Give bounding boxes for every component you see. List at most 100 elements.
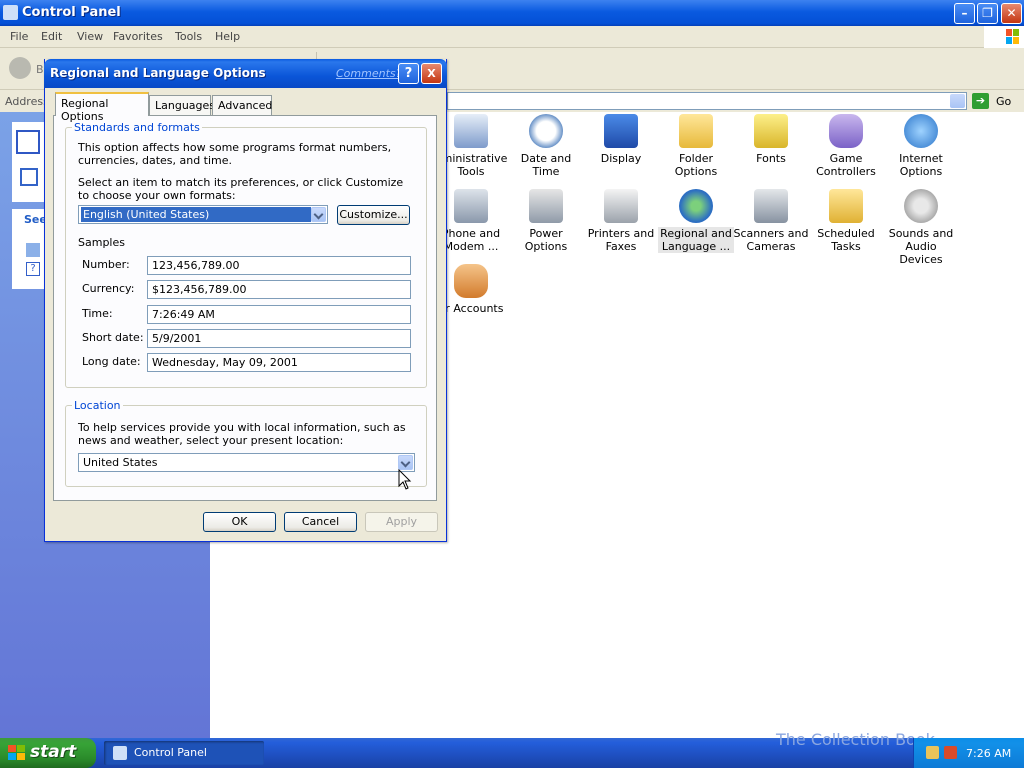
- restore-button[interactable]: ❐: [977, 3, 998, 24]
- power-plug-icon: [529, 189, 563, 223]
- icon-label: Date and Time: [520, 152, 572, 178]
- icon-label: Internet Options: [899, 152, 943, 178]
- globe-regional-icon: [679, 189, 713, 223]
- taskbar-item-label: Control Panel: [134, 746, 207, 759]
- fonts-folder-icon: [754, 114, 788, 148]
- back-label: B: [36, 63, 44, 76]
- customize-button[interactable]: Customize...: [337, 205, 410, 225]
- samples-heading: Samples: [78, 236, 125, 249]
- menu-file[interactable]: File: [10, 30, 28, 43]
- sample-currency-field: $123,456,789.00: [147, 280, 411, 299]
- printer-icon: [604, 189, 638, 223]
- icon-folder-options[interactable]: Folder Options: [658, 114, 734, 178]
- location-description: To help services provide you with local …: [78, 421, 406, 447]
- window-titlebar[interactable]: Control Panel – ❐ ✕: [0, 0, 1024, 26]
- see-also-label: See: [12, 209, 47, 229]
- speaker-icon: [904, 189, 938, 223]
- back-arrow-icon[interactable]: [9, 57, 31, 79]
- ok-button[interactable]: OK: [203, 512, 276, 532]
- control-panel-task-icon: [113, 746, 127, 760]
- icon-fonts[interactable]: Fonts: [733, 114, 809, 165]
- sample-time-field: 7:26:49 AM: [147, 305, 411, 324]
- windows-logo-icon: [984, 26, 1024, 48]
- comments-link[interactable]: Comments?: [336, 67, 401, 80]
- icon-internet-options[interactable]: Internet Options: [883, 114, 959, 178]
- folder-icon: [679, 114, 713, 148]
- dialog-close-button[interactable]: X: [421, 63, 442, 84]
- mouse-cursor-icon: [398, 469, 412, 490]
- format-select-value: English (United States): [80, 206, 312, 223]
- scheduled-tasks-folder-icon: [829, 189, 863, 223]
- cancel-button[interactable]: Cancel: [284, 512, 357, 532]
- taskbar-item-control-panel[interactable]: Control Panel: [104, 741, 264, 765]
- icon-label: Regional and Language ...: [658, 227, 734, 253]
- icon-sounds-and-audio[interactable]: Sounds and Audio Devices: [883, 189, 959, 266]
- menu-tools[interactable]: Tools: [175, 30, 202, 43]
- dialog-titlebar[interactable]: Regional and Language Options Comments? …: [44, 59, 447, 88]
- standards-description: This option affects how some programs fo…: [78, 141, 392, 167]
- sidebar-control-panel-box[interactable]: [12, 122, 46, 202]
- close-button[interactable]: ✕: [1001, 3, 1022, 24]
- icon-label: Power Options: [524, 227, 568, 253]
- icon-label: Game Controllers: [816, 152, 876, 178]
- minimize-button[interactable]: –: [954, 3, 975, 24]
- icon-label: Sounds and Audio Devices: [888, 227, 954, 266]
- address-label: Address: [5, 95, 49, 108]
- help-button[interactable]: ?: [398, 63, 419, 84]
- display-monitor-icon: [604, 114, 638, 148]
- go-label: Go: [996, 95, 1012, 108]
- sample-time-label: Time:: [82, 307, 113, 320]
- tab-regional-options[interactable]: Regional Options: [55, 92, 149, 123]
- users-icon: [454, 264, 488, 298]
- menu-edit[interactable]: Edit: [41, 30, 62, 43]
- icon-label: Scheduled Tasks: [817, 227, 875, 253]
- location-select[interactable]: United States: [78, 453, 415, 472]
- phone-icon: [454, 189, 488, 223]
- windows-flag-icon: [8, 745, 25, 761]
- control-panel-check-icon: [16, 130, 40, 154]
- tray-network-icon[interactable]: [944, 746, 957, 759]
- scanner-camera-icon: [754, 189, 788, 223]
- apply-button[interactable]: Apply: [365, 512, 438, 532]
- taskbar-clock[interactable]: 7:26 AM: [966, 747, 1011, 760]
- tray-tools-icon[interactable]: [926, 746, 939, 759]
- address-input[interactable]: [447, 92, 967, 110]
- menu-view[interactable]: View: [77, 30, 103, 43]
- sample-long-date-label: Long date:: [82, 355, 141, 368]
- icon-printers-and-faxes[interactable]: Printers and Faxes: [583, 189, 659, 253]
- icon-game-controllers[interactable]: Game Controllers: [808, 114, 884, 178]
- tab-advanced[interactable]: Advanced: [212, 95, 272, 115]
- tab-languages[interactable]: Languages: [149, 95, 215, 115]
- chevron-down-icon[interactable]: [311, 207, 326, 222]
- sidebar-see-also-box: See ?: [12, 209, 47, 289]
- dialog-title: Regional and Language Options: [50, 66, 266, 80]
- help-support-icon[interactable]: ?: [26, 262, 40, 276]
- format-select[interactable]: English (United States): [78, 205, 328, 224]
- go-arrow-icon: ➔: [972, 93, 989, 109]
- icon-scheduled-tasks[interactable]: Scheduled Tasks: [808, 189, 884, 253]
- icon-date-and-time[interactable]: Date and Time: [508, 114, 584, 178]
- clock-icon: [529, 114, 563, 148]
- menu-favorites[interactable]: Favorites: [113, 30, 163, 43]
- icon-scanners-and-cameras[interactable]: Scanners and Cameras: [733, 189, 809, 253]
- start-button[interactable]: start: [0, 738, 96, 768]
- location-select-value: United States: [83, 456, 158, 469]
- sample-number-label: Number:: [82, 258, 130, 271]
- icon-power-options[interactable]: Power Options: [508, 189, 584, 253]
- icon-display[interactable]: Display: [583, 114, 659, 165]
- sample-currency-label: Currency:: [82, 282, 135, 295]
- icon-regional-and-language[interactable]: Regional and Language ...: [658, 189, 734, 253]
- watermark-text: The Collection Book: [776, 730, 935, 749]
- sample-long-date-field: Wednesday, May 09, 2001: [147, 353, 411, 372]
- switch-view-icon[interactable]: [20, 168, 38, 186]
- icon-label: Printers and Faxes: [587, 227, 655, 253]
- address-dropdown-icon[interactable]: [950, 94, 965, 108]
- start-label: start: [30, 742, 77, 762]
- menu-help[interactable]: Help: [215, 30, 240, 43]
- chevron-down-icon[interactable]: [398, 455, 413, 470]
- icon-label: Fonts: [756, 152, 786, 165]
- globe-internet-icon: [904, 114, 938, 148]
- go-button[interactable]: ➔ Go: [972, 92, 1020, 110]
- gamepad-icon: [829, 114, 863, 148]
- windows-update-icon[interactable]: [26, 243, 40, 257]
